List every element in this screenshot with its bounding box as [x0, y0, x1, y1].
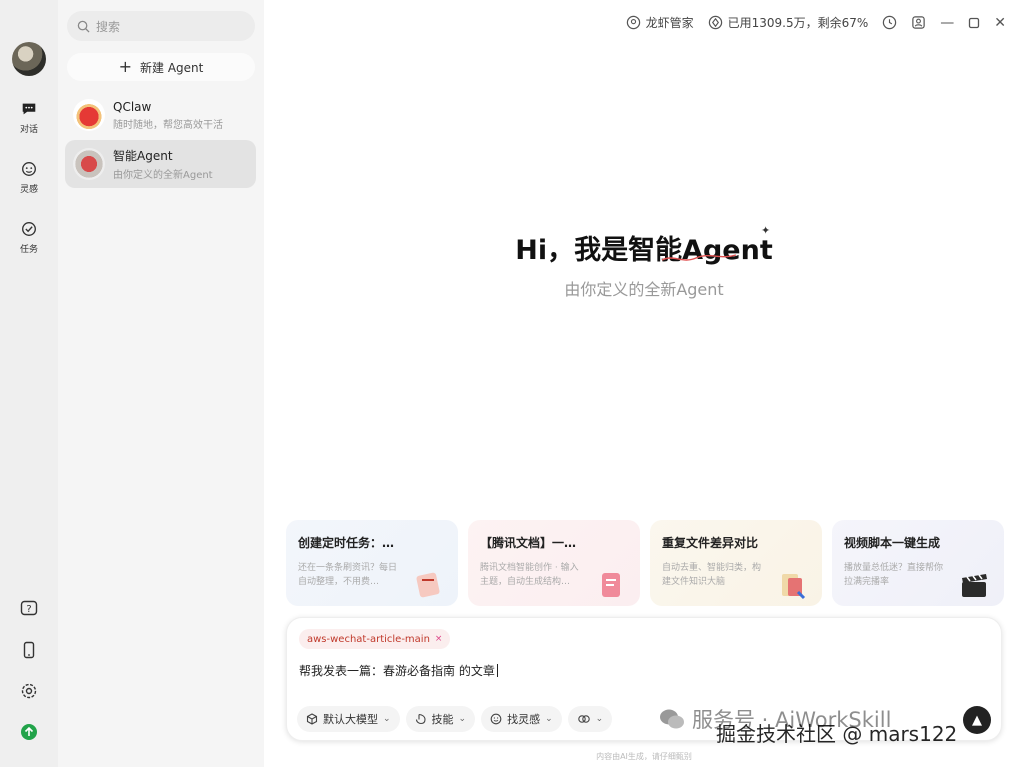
suggestion-cards: 创建定时任务：… 还在一条条刷资讯？每日自动整理，不用费… 【腾讯文档】一… 腾… — [286, 520, 1004, 606]
prompt-text: 帮我发表一篇：春游必备指南 的文章 — [299, 664, 495, 678]
new-agent-label: 新建 Agent — [140, 60, 204, 75]
settings-icon[interactable] — [19, 681, 39, 701]
model-select[interactable]: 默认大模型 ⌄ — [297, 706, 400, 732]
new-agent-button[interactable]: + 新建 Agent — [67, 53, 255, 81]
card-title: 视频脚本一键生成 — [844, 536, 941, 550]
cube-icon — [306, 713, 318, 725]
agent-desc: 由你定义的全新Agent — [113, 170, 213, 181]
manager-label: 龙虾管家 — [645, 16, 694, 30]
chat-icon — [22, 103, 36, 115]
upgrade-icon[interactable] — [19, 722, 39, 742]
search-box[interactable]: 搜索 — [67, 11, 255, 41]
suggestion-card[interactable]: 视频脚本一键生成 播放量总低迷？直接帮你拉满完播率 — [832, 520, 1004, 606]
ai-disclaimer: 内容由AI生成，请仔细甄别 — [596, 752, 692, 761]
plus-icon: + — [118, 57, 133, 76]
document-icon — [602, 573, 620, 597]
skill-icon — [415, 713, 426, 725]
profile-icon[interactable] — [911, 15, 926, 30]
top-bar: 龙虾管家 已用1309.5万，剩余67% — ✕ — [626, 14, 1006, 31]
agent-item-qclaw[interactable]: QClaw 随时随地，帮您高效干活 — [65, 91, 256, 139]
sparkle-icon: ✦ — [761, 224, 771, 237]
inspiration-select-label: 找灵感 — [507, 713, 541, 726]
chevron-down-icon: ⌄ — [545, 714, 553, 724]
rail-label-task: 任务 — [19, 245, 38, 255]
manager-icon — [626, 15, 640, 30]
hero-subtitle: 由你定义的全新Agent — [564, 280, 724, 299]
prompt-input[interactable]: 帮我发表一篇：春游必备指南 的文章 — [299, 662, 498, 679]
agent-desc: 随时随地，帮您高效干活 — [113, 119, 223, 131]
suggestion-card[interactable]: 【腾讯文档】一… 腾讯文档智能创作 · 输入主题，自动生成结构… — [468, 520, 640, 606]
card-desc: 腾讯文档智能创作 · 输入主题，自动生成结构… — [480, 563, 579, 587]
send-arrow-icon: ▲ — [972, 712, 982, 728]
search-placeholder: 搜索 — [96, 19, 121, 34]
help-icon[interactable]: ? — [19, 599, 39, 619]
compare-files-icon — [782, 574, 806, 600]
agent-name: QClaw — [113, 99, 152, 114]
inspiration-icon — [22, 162, 36, 176]
chevron-down-icon: ⌄ — [458, 714, 467, 724]
inspiration-select[interactable]: 找灵感 ⌄ — [481, 706, 562, 732]
smile-icon — [490, 713, 502, 725]
agent-item-smart-agent[interactable]: 智能Agent 由你定义的全新Agent — [65, 140, 256, 188]
usage-indicator[interactable]: 已用1309.5万，剩余67% — [708, 14, 869, 31]
suggestion-card[interactable]: 创建定时任务：… 还在一条条刷资讯？每日自动整理，不用费… — [286, 520, 458, 606]
text-caret — [496, 664, 498, 677]
card-title: 创建定时任务：… — [298, 536, 395, 550]
watermark: 服务号 · AiWorkSkill 掘金技术社区 @ mars122 — [658, 704, 957, 746]
card-desc: 播放量总低迷？直接帮你拉满完播率 — [844, 563, 944, 587]
skill-tag[interactable]: aws-wechat-article-main × — [299, 629, 451, 649]
maximize-icon[interactable] — [968, 17, 980, 29]
send-button[interactable]: ▲ — [963, 706, 991, 734]
skill-tag-label: aws-wechat-article-main — [307, 633, 430, 645]
smart-agent-avatar — [73, 148, 105, 180]
agent-sidebar: 搜索 + 新建 Agent QClaw 随时随地，帮您高效干活 智能Agent … — [58, 0, 264, 767]
minimize-icon[interactable]: — — [940, 15, 954, 31]
skills-select[interactable]: 技能 ⌄ — [405, 706, 476, 732]
card-desc: 还在一条条刷资讯？每日自动整理，不用费… — [298, 563, 398, 587]
rail-label-chat: 对话 — [19, 125, 38, 135]
suggestion-card[interactable]: 重复文件差异对比 自动去重、智能归类，构建文件知识大脑 — [650, 520, 822, 606]
user-avatar[interactable] — [12, 42, 46, 76]
chevron-down-icon: ⌄ — [595, 714, 604, 724]
main-panel: 龙虾管家 已用1309.5万，剩余67% — ✕ Hi，我是智能Agent ✦ … — [264, 0, 1024, 767]
phone-icon[interactable] — [19, 640, 39, 660]
calendar-icon — [416, 572, 440, 598]
clapperboard-icon — [962, 574, 987, 597]
remove-tag-icon[interactable]: × — [435, 634, 443, 644]
left-rail: 对话 灵感 任务 ? — [0, 0, 58, 767]
card-title: 重复文件差异对比 — [662, 536, 759, 550]
task-icon — [22, 222, 36, 236]
rail-label-inspiration: 灵感 — [19, 185, 38, 195]
search-icon — [77, 20, 90, 33]
skills-select-label: 技能 — [431, 713, 454, 726]
wechat-logo-icon — [660, 709, 684, 729]
usage-icon — [708, 15, 722, 30]
history-icon[interactable] — [882, 15, 897, 30]
rail-item-inspiration[interactable]: 灵感 — [0, 160, 58, 195]
card-desc: 自动去重、智能归类，构建文件知识大脑 — [662, 563, 762, 587]
hero-title: Hi，我是智能Agent — [515, 235, 773, 266]
qclaw-avatar — [73, 99, 105, 131]
link-select[interactable]: ⌄ — [567, 706, 613, 732]
rail-item-chat[interactable]: 对话 — [0, 100, 58, 135]
composer-toolbar: 默认大模型 ⌄ 技能 ⌄ 找灵感 ⌄ ⌄ — [297, 706, 613, 732]
svg-text:?: ? — [26, 604, 31, 615]
watermark-line2: 掘金技术社区 @ mars122 — [716, 722, 958, 746]
card-title: 【腾讯文档】一… — [480, 536, 577, 550]
title-underline — [661, 254, 737, 261]
manager-button[interactable]: 龙虾管家 — [626, 14, 694, 31]
rail-item-task[interactable]: 任务 — [0, 220, 58, 255]
chevron-down-icon: ⌄ — [383, 714, 391, 724]
usage-label: 已用1309.5万，剩余67% — [727, 16, 869, 30]
model-select-label: 默认大模型 — [323, 713, 378, 726]
link-icon — [577, 715, 590, 723]
close-icon[interactable]: ✕ — [994, 15, 1006, 31]
agent-name: 智能Agent — [113, 149, 173, 163]
